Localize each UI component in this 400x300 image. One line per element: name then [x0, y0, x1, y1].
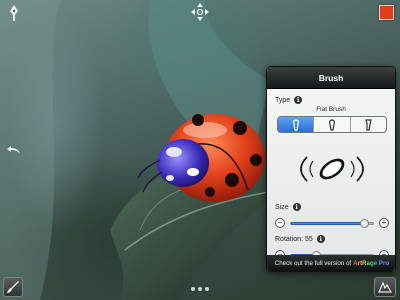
- fan-brush-icon: [365, 118, 373, 131]
- fan-brush-option[interactable]: [351, 117, 386, 132]
- info-icon[interactable]: i: [316, 235, 325, 243]
- rotation-row: Rotation: 55 i: [275, 235, 325, 243]
- size-row: Size i: [275, 203, 301, 211]
- brush-icon[interactable]: [3, 277, 23, 297]
- promo-text: Check out the full version of: [274, 260, 352, 267]
- size-decrease-button[interactable]: −: [275, 218, 285, 228]
- page-dot: [198, 287, 202, 291]
- size-slider-fill: [291, 222, 365, 225]
- size-slider-thumb[interactable]: [360, 219, 370, 228]
- type-label: Type: [275, 96, 291, 104]
- flat-brush-option[interactable]: [278, 117, 315, 132]
- brush-type-name: Flat Brush: [316, 106, 346, 113]
- move-arrows-icon[interactable]: [190, 2, 210, 22]
- pen-nib-icon[interactable]: [6, 4, 22, 22]
- brush-preview: [300, 156, 364, 182]
- undo-arrow-icon[interactable]: [6, 143, 22, 157]
- page-indicator: [188, 286, 212, 292]
- type-row: Type i: [275, 96, 303, 104]
- page-dot: [191, 287, 195, 291]
- info-icon[interactable]: i: [292, 203, 301, 211]
- round-brush-option[interactable]: [314, 117, 351, 132]
- current-color-swatch[interactable]: [379, 5, 394, 20]
- round-brush-icon: [328, 118, 335, 131]
- upgrade-promo-banner[interactable]: Check out the full version of ArtRage Pr…: [267, 255, 395, 271]
- brush-panel-body: Type i Flat Brush Size i − + Rotation: 5…: [267, 89, 395, 271]
- promo-product-name: ArtRage Pro: [353, 260, 390, 267]
- size-label: Size: [275, 203, 289, 211]
- flat-brush-icon: [292, 118, 299, 131]
- rotation-label: Rotation: 55: [275, 235, 313, 243]
- brush-type-selector: [277, 116, 387, 133]
- brush-panel: Brush Type i Flat Brush Size i − + Rotat…: [266, 66, 396, 272]
- size-slider[interactable]: − +: [275, 217, 389, 229]
- panel-title: Brush: [267, 67, 395, 89]
- size-slider-track[interactable]: [290, 219, 374, 228]
- info-icon[interactable]: i: [294, 96, 303, 104]
- size-increase-button[interactable]: +: [379, 218, 389, 228]
- more-icon[interactable]: [374, 277, 396, 297]
- page-dot: [205, 287, 209, 291]
